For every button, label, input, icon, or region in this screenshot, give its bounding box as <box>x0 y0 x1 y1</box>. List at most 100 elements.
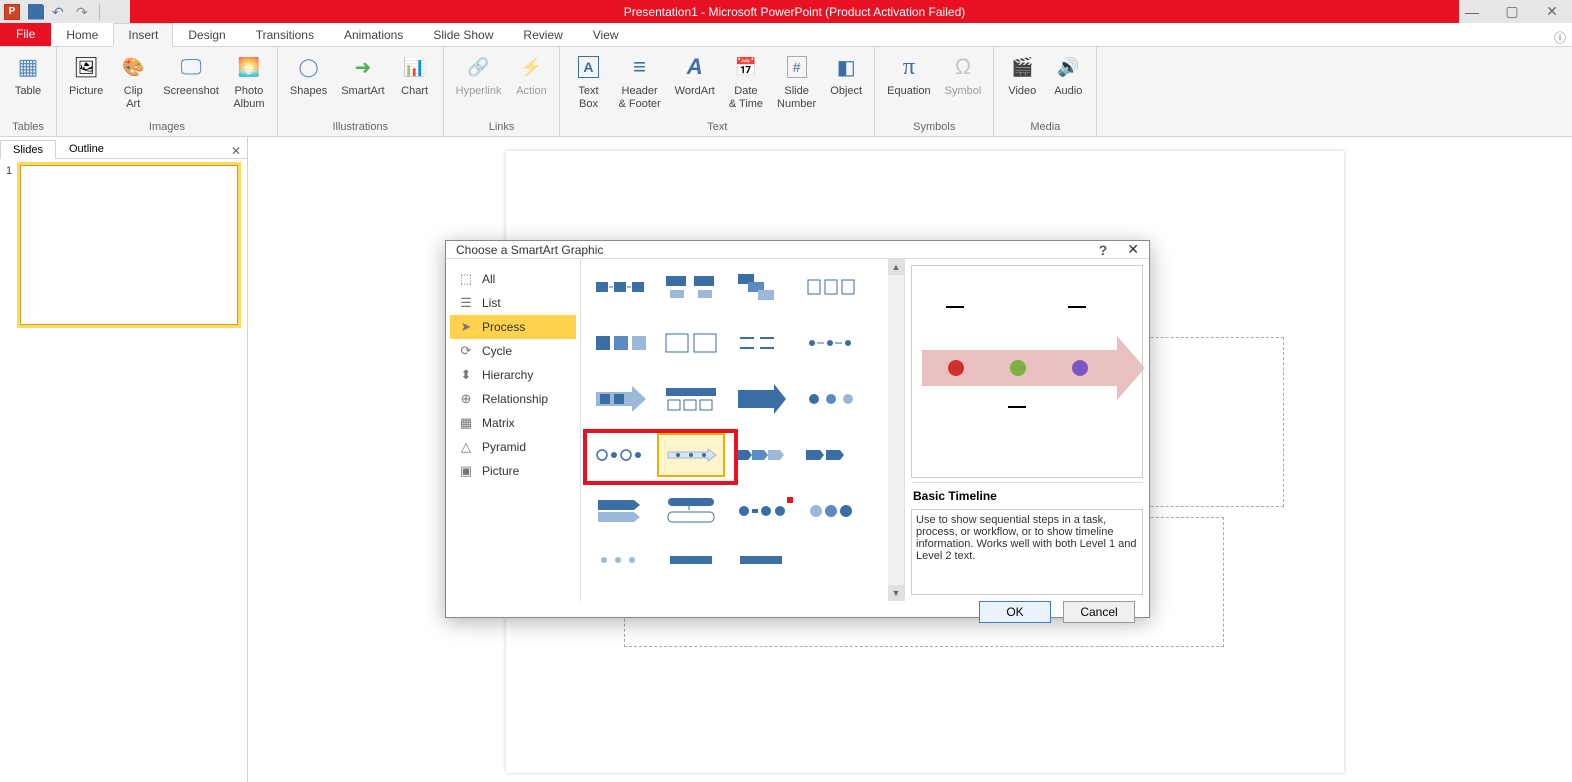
audio-button[interactable]: Audio <box>1046 49 1090 100</box>
tab-transitions[interactable]: Transitions <box>241 22 329 46</box>
shapes-button[interactable]: Shapes <box>284 49 333 100</box>
gallery-item[interactable] <box>729 547 793 587</box>
dialog-help-icon[interactable]: ? <box>1099 242 1108 258</box>
preview-arrow-head <box>1117 336 1145 400</box>
pane-close-icon[interactable]: ✕ <box>231 144 241 158</box>
group-tables: Table Tables <box>0 47 57 136</box>
gallery-item[interactable] <box>589 547 653 587</box>
app-icon: P <box>4 4 20 20</box>
gallery-item[interactable] <box>659 323 723 363</box>
gallery-item[interactable] <box>799 547 863 587</box>
video-button[interactable]: Video <box>1000 49 1044 100</box>
wordart-button[interactable]: WordArt <box>669 49 721 100</box>
gallery-item[interactable] <box>799 323 863 363</box>
gallery-item[interactable] <box>729 267 793 307</box>
gallery-item-circle-timeline[interactable] <box>589 435 653 475</box>
gallery-item[interactable] <box>589 491 653 531</box>
gallery-item[interactable] <box>589 379 653 419</box>
gallery-item[interactable] <box>799 435 863 475</box>
category-cycle[interactable]: ⟳Cycle <box>450 339 576 363</box>
title-text-bar: Presentation1 - Microsoft PowerPoint (Pr… <box>130 0 1459 23</box>
preview-description: Use to show sequential steps in a task, … <box>911 509 1143 595</box>
hyperlink-icon <box>463 51 495 83</box>
category-hierarchy[interactable]: ⬍Hierarchy <box>450 363 576 387</box>
tab-view[interactable]: View <box>578 22 634 46</box>
smartart-button[interactable]: SmartArt <box>335 49 390 100</box>
gallery-item[interactable] <box>659 547 723 587</box>
pyramid-icon: △ <box>458 439 474 455</box>
dialog-close-icon[interactable]: ✕ <box>1127 241 1139 258</box>
tab-animations[interactable]: Animations <box>329 22 418 46</box>
equation-button[interactable]: Equation <box>881 49 936 100</box>
group-images: Picture Clip Art Screenshot Photo Album … <box>57 47 278 136</box>
maximize-button[interactable]: ▢ <box>1492 0 1532 23</box>
file-tab[interactable]: File <box>0 22 51 46</box>
group-label: Tables <box>6 119 50 136</box>
tab-design[interactable]: Design <box>173 22 240 46</box>
smartart-icon <box>347 51 379 83</box>
category-list-item[interactable]: ☰List <box>450 291 576 315</box>
category-picture[interactable]: ▣Picture <box>450 459 576 483</box>
gallery-item[interactable] <box>729 491 793 531</box>
gallery-item[interactable] <box>659 267 723 307</box>
action-button[interactable]: Action <box>509 49 553 100</box>
slidenumber-button[interactable]: Slide Number <box>771 49 822 112</box>
picture-button[interactable]: Picture <box>63 49 109 100</box>
slide-thumbnail[interactable] <box>20 165 238 325</box>
ok-button[interactable]: OK <box>979 601 1051 623</box>
tab-review[interactable]: Review <box>508 22 577 46</box>
gallery-item[interactable] <box>729 379 793 419</box>
undo-icon[interactable] <box>52 4 68 20</box>
chart-button[interactable]: Chart <box>393 49 437 100</box>
datetime-button[interactable]: Date & Time <box>723 49 769 112</box>
hyperlink-button[interactable]: Hyperlink <box>450 49 508 100</box>
symbol-button[interactable]: Symbol <box>939 49 988 100</box>
tab-slideshow[interactable]: Slide Show <box>418 22 508 46</box>
redo-icon[interactable] <box>76 4 92 20</box>
slides-tab[interactable]: Slides <box>0 140 56 159</box>
gallery-item[interactable] <box>799 267 863 307</box>
scroll-up-icon[interactable]: ▲ <box>888 259 904 275</box>
category-relationship[interactable]: ⊕Relationship <box>450 387 576 411</box>
category-matrix[interactable]: ▦Matrix <box>450 411 576 435</box>
gallery-item-basic-timeline[interactable] <box>659 435 723 475</box>
ribbon-tabstrip: File Home Insert Design Transitions Anim… <box>0 23 1572 47</box>
smartart-dialog: Choose a SmartArt Graphic ? ✕ ⬚All ☰List… <box>445 240 1150 618</box>
table-button[interactable]: Table <box>6 49 50 100</box>
outline-tab[interactable]: Outline <box>56 139 117 158</box>
gallery-item[interactable] <box>589 323 653 363</box>
save-icon[interactable] <box>28 4 44 20</box>
textbox-button[interactable]: Text Box <box>566 49 610 112</box>
dialog-titlebar[interactable]: Choose a SmartArt Graphic ? ✕ <box>446 241 1149 258</box>
tab-insert[interactable]: Insert <box>113 23 173 47</box>
preview-canvas <box>911 265 1143 478</box>
cancel-button[interactable]: Cancel <box>1063 601 1135 623</box>
minimize-button[interactable]: — <box>1452 0 1492 23</box>
object-button[interactable]: Object <box>824 49 868 100</box>
gallery-item[interactable] <box>799 379 863 419</box>
category-process[interactable]: ➤Process <box>450 315 576 339</box>
scroll-down-icon[interactable]: ▼ <box>888 585 904 601</box>
photoalbum-button[interactable]: Photo Album <box>227 49 271 112</box>
category-all[interactable]: ⬚All <box>450 267 576 291</box>
tab-home[interactable]: Home <box>51 22 113 46</box>
category-pyramid[interactable]: △Pyramid <box>450 435 576 459</box>
headerfooter-button[interactable]: Header & Footer <box>612 49 666 112</box>
cycle-icon: ⟳ <box>458 343 474 359</box>
screenshot-button[interactable]: Screenshot <box>157 49 225 100</box>
gallery-item[interactable] <box>659 379 723 419</box>
slide-thumb-row[interactable]: 1 <box>6 165 241 325</box>
gallery-item[interactable] <box>799 491 863 531</box>
ribbon-help-icon[interactable]: ⓘ <box>1554 29 1566 46</box>
gallery-item[interactable] <box>729 435 793 475</box>
gallery-item[interactable] <box>589 267 653 307</box>
close-button[interactable]: ✕ <box>1532 0 1572 23</box>
clipart-button[interactable]: Clip Art <box>111 49 155 112</box>
gallery-item[interactable] <box>729 323 793 363</box>
gallery-item[interactable] <box>659 491 723 531</box>
gallery-scrollbar[interactable]: ▲ ▼ <box>888 259 904 601</box>
preview-pane: Basic Timeline Use to show sequential st… <box>905 259 1149 601</box>
photoalbum-icon <box>233 51 265 83</box>
screenshot-icon <box>175 51 207 83</box>
dialog-title: Choose a SmartArt Graphic <box>456 243 603 257</box>
